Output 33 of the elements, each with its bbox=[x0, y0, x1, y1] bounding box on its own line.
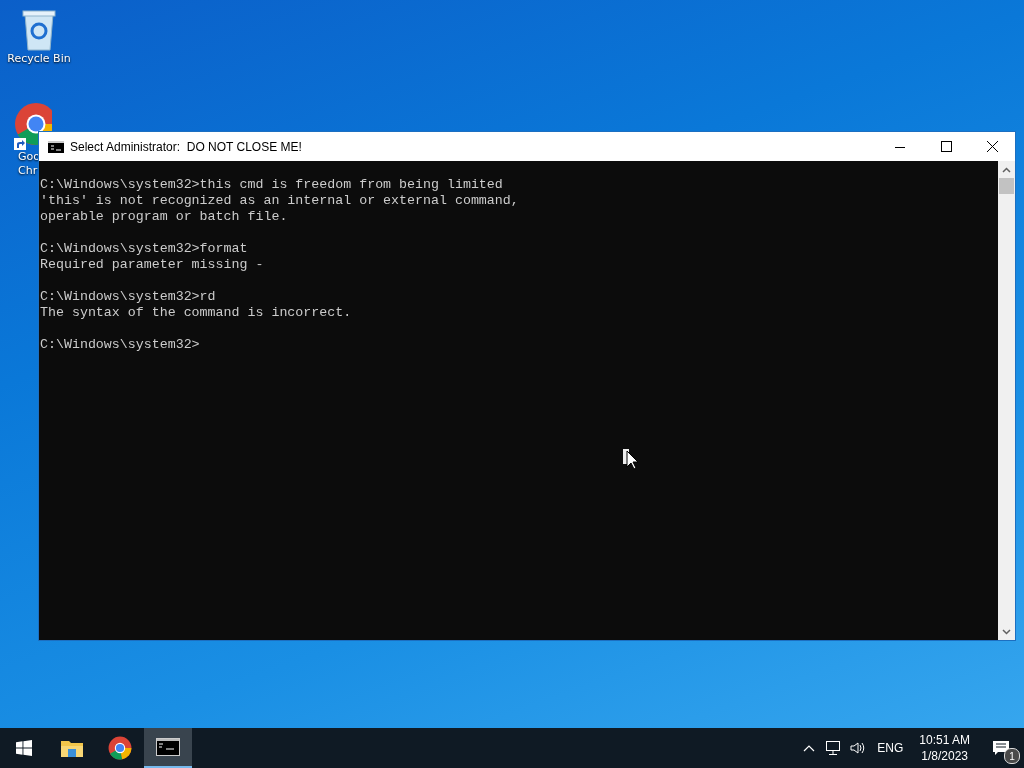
console-line: The syntax of the command is incorrect. bbox=[40, 305, 352, 320]
volume-icon[interactable] bbox=[849, 740, 866, 756]
console-icon bbox=[48, 140, 64, 153]
console-icon bbox=[156, 738, 180, 756]
chrome-icon bbox=[108, 736, 132, 760]
console-line: 'this' is not recognized as an internal or external command, bbox=[40, 193, 519, 208]
console-line: C:\Windows\system32>rd bbox=[40, 289, 216, 304]
scroll-up-icon[interactable] bbox=[1002, 166, 1011, 173]
clock[interactable]: 10:51 AM 1/8/2023 bbox=[911, 732, 978, 764]
icon-label[interactable]: Goo bbox=[18, 150, 40, 164]
notification-icon[interactable] bbox=[992, 740, 1010, 756]
console-line: Required parameter missing - bbox=[40, 257, 264, 272]
recycle-bin-icon[interactable] bbox=[19, 8, 59, 52]
taskbar-button[interactable] bbox=[144, 728, 192, 768]
scroll-down-icon[interactable] bbox=[1002, 628, 1011, 635]
language-indicator[interactable]: ENG bbox=[869, 741, 912, 755]
windows-logo-icon bbox=[16, 740, 32, 756]
folder-icon bbox=[60, 738, 84, 758]
console-line: C:\Windows\system32>this cmd is freedom from being limited bbox=[40, 177, 503, 192]
shortcut-arrow-icon bbox=[14, 138, 26, 150]
icon-label[interactable]: Recycle Bin bbox=[7, 52, 71, 66]
icon-label[interactable]: Chr bbox=[18, 164, 38, 178]
scrollbar[interactable] bbox=[998, 161, 1015, 640]
window-title: Select Administrator: DO NOT CLOSE ME! bbox=[70, 139, 303, 154]
console-line: C:\Windows\system32>format bbox=[40, 241, 248, 256]
console-line: operable program or batch file. bbox=[40, 209, 288, 224]
scrollbar-thumb[interactable] bbox=[999, 178, 1014, 194]
close-icon bbox=[986, 141, 998, 152]
chevron-up-icon[interactable] bbox=[803, 744, 816, 752]
maximize-icon bbox=[940, 141, 952, 152]
console-line: C:\Windows\system32> bbox=[40, 337, 200, 352]
network-icon[interactable] bbox=[825, 740, 842, 756]
notification-badge: 1 bbox=[1004, 748, 1020, 764]
